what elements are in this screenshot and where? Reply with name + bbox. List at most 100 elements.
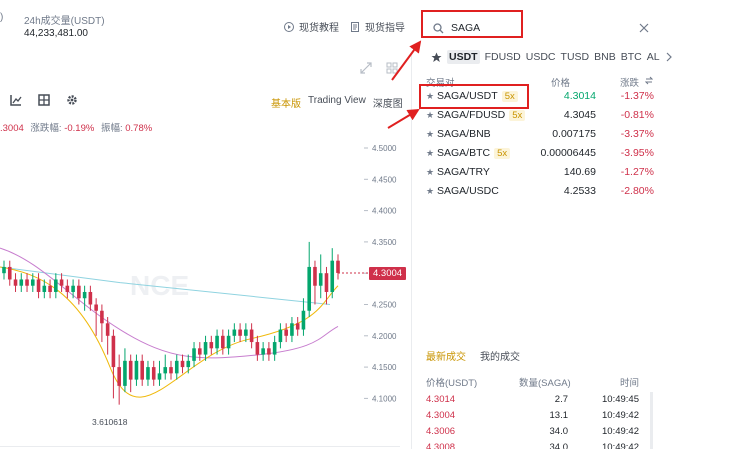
annotation-arrows: [387, 40, 422, 129]
pair-change: -1.37%: [620, 90, 654, 102]
pair-price: 0.00006445: [540, 147, 596, 159]
low-marker: 3.610618: [92, 417, 128, 427]
trade-row: 4.3014 2.7 10:49:45: [426, 392, 641, 409]
pair-price: 4.3014: [563, 90, 596, 102]
candle-body: [88, 291, 93, 305]
trades-tabs: 最新成交 我的成交: [426, 348, 520, 363]
candle-body: [82, 291, 87, 299]
current-price-tag: 4.3004: [369, 267, 407, 280]
grid-layout-icon[interactable]: [38, 94, 50, 106]
candlestick-chart[interactable]: NCE 4.50004.45004.40004.35004.30004.2500…: [0, 135, 410, 449]
chevron-right-icon[interactable]: [665, 52, 673, 62]
candle-body: [123, 360, 127, 386]
tab-alts[interactable]: AL: [647, 51, 660, 63]
candle-body: [232, 329, 237, 336]
swap-icon[interactable]: [645, 76, 653, 85]
candle-body: [180, 360, 185, 368]
pair-price: 4.3045: [563, 109, 596, 121]
candle-body: [140, 360, 145, 380]
tab-btc[interactable]: BTC: [621, 51, 642, 63]
spot-tutorial-link[interactable]: 现货教程: [284, 19, 339, 34]
candle-body: [94, 304, 98, 311]
tab-tusd[interactable]: TUSD: [561, 51, 590, 63]
trade-qty: 13.1: [549, 410, 569, 421]
close-icon[interactable]: [639, 23, 649, 33]
candle-body: [146, 367, 150, 380]
indicator-icon[interactable]: [10, 94, 22, 106]
spot-tutorial-label: 现货教程: [299, 23, 339, 34]
tab-basic[interactable]: 基本版: [271, 95, 301, 110]
favorite-star-icon[interactable]: ★: [426, 148, 434, 158]
candle-body: [7, 266, 12, 280]
candle-body: [19, 279, 24, 286]
y-tick-label: 4.1500: [372, 363, 397, 372]
tab-usdc[interactable]: USDC: [526, 51, 556, 63]
candle-body: [59, 279, 64, 286]
gear-icon[interactable]: [66, 94, 78, 106]
candle-body: [111, 335, 116, 368]
candle-body: [174, 360, 179, 374]
candle-body: [77, 285, 81, 299]
trade-time: 10:49:42: [602, 410, 639, 421]
y-tick-label: 4.1000: [372, 394, 397, 403]
candle-body: [255, 342, 260, 355]
favorite-star-icon[interactable]: ★: [426, 167, 434, 177]
pair-row[interactable]: ★ SAGA/TRY 140.69 -1.27%: [426, 164, 656, 182]
trade-price: 4.3004: [426, 410, 456, 421]
pair-price: 4.2533: [563, 185, 596, 197]
candle-body: [30, 279, 35, 286]
pair-row[interactable]: ★ SAGA/FDUSD 5x 4.3045 -0.81%: [426, 107, 656, 125]
tab-my-trades[interactable]: 我的成交: [480, 348, 520, 363]
candle-body: [117, 367, 121, 386]
volume-value: 44,233,481.00: [24, 28, 88, 39]
candle-body: [54, 279, 58, 292]
favorite-star-icon[interactable]: ★: [426, 186, 434, 196]
header-price: 价格: [551, 78, 571, 89]
tab-bnb[interactable]: BNB: [594, 51, 616, 63]
ma-line-mid: [0, 247, 339, 359]
leverage-badge: 5x: [494, 148, 511, 159]
candle-body: [209, 342, 214, 349]
candle-body: [307, 266, 312, 311]
pair-row[interactable]: ★ SAGA/BTC 5x 0.00006445 -3.95%: [426, 145, 656, 163]
pair-price: 140.69: [563, 166, 596, 178]
candle-body: [71, 285, 75, 292]
candle-body: [238, 329, 242, 336]
trade-qty: 2.7: [554, 394, 568, 405]
candle-body: [324, 273, 329, 292]
tab-latest-trades[interactable]: 最新成交: [426, 348, 466, 363]
change-value: -0.19%: [64, 123, 95, 134]
candle-body: [261, 348, 265, 355]
candle-body: [2, 266, 6, 274]
expand-icon[interactable]: [360, 62, 372, 74]
candle-body: [313, 266, 317, 286]
trades-header-time: 时间: [620, 378, 640, 389]
y-tick-label: 4.4000: [372, 207, 397, 216]
candle-body: [105, 323, 110, 336]
candle-body: [169, 367, 173, 374]
candle-body: [13, 279, 18, 286]
candle-body: [301, 310, 306, 330]
truncated-label: ): [0, 12, 4, 23]
trade-price: 4.3006: [426, 426, 456, 437]
trade-price: 4.3014: [426, 394, 456, 405]
trade-time: 10:49:42: [602, 442, 639, 449]
tab-fdusd[interactable]: FDUSD: [485, 51, 521, 63]
trades-header-price: 价格(USDT): [426, 378, 478, 389]
candle-body: [249, 329, 254, 343]
candle-body: [267, 348, 271, 355]
candle-body: [197, 348, 202, 355]
pair-change: -2.80%: [620, 185, 654, 197]
pair-row[interactable]: ★ SAGA/USDC 4.2533 -2.80%: [426, 183, 656, 201]
pair-name: ★ SAGA/FDUSD 5x: [426, 109, 526, 121]
pair-change: -0.81%: [620, 109, 654, 121]
candle-body: [163, 367, 168, 374]
tab-tradingview[interactable]: Trading View: [308, 95, 366, 110]
volume-label: 24h成交量(USDT): [24, 16, 105, 27]
trade-row: 4.3006 34.0 10:49:42: [426, 424, 641, 441]
watermark-text: NCE: [130, 270, 189, 301]
pair-row[interactable]: ★ SAGA/BNB 0.007175 -3.37%: [426, 126, 656, 144]
tab-usdt[interactable]: USDT: [447, 50, 480, 64]
quote-tabs: USDT FDUSD USDC TUSD BNB BTC AL: [431, 50, 673, 64]
trades-scrollbar[interactable]: [650, 392, 653, 449]
